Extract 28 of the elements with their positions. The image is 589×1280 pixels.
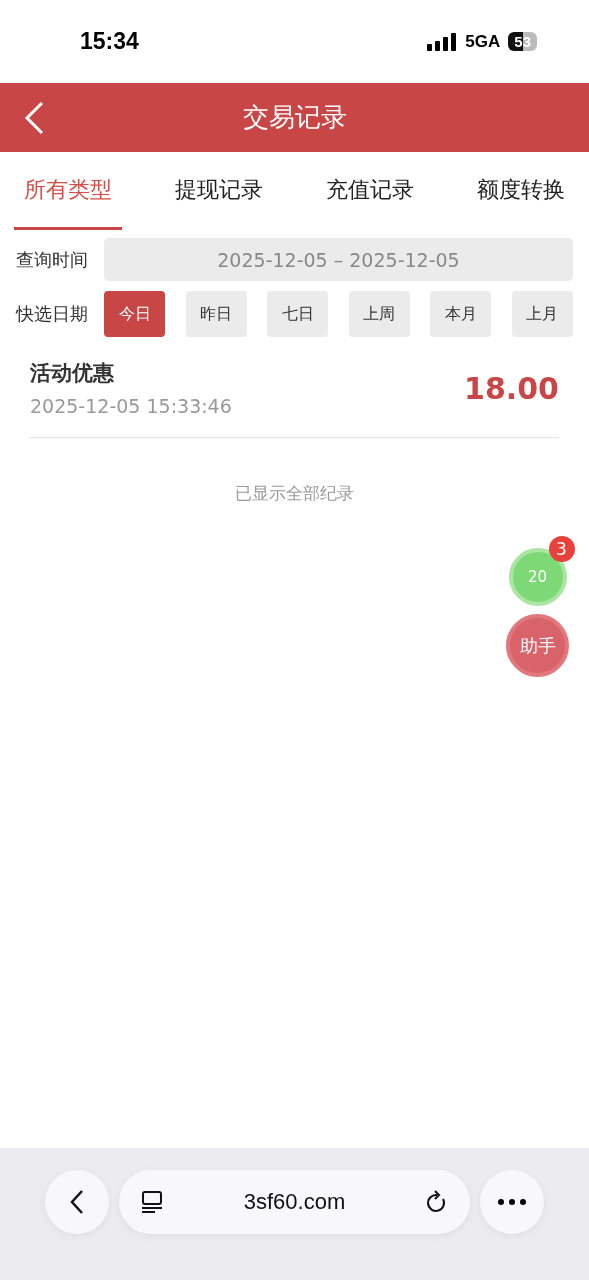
tab[interactable]: 额度转换 xyxy=(467,152,575,230)
quick-date-button[interactable]: 上月 xyxy=(511,291,573,337)
helper-button[interactable]: 助手 xyxy=(506,614,569,677)
quick-date-button[interactable]: 昨日 xyxy=(185,291,247,337)
tab[interactable]: 充值记录 xyxy=(316,152,424,230)
record-title: 活动优惠 xyxy=(30,360,115,387)
quick-date-button[interactable]: 上周 xyxy=(348,291,410,337)
notification-badge: 3 xyxy=(548,536,575,562)
battery-indicator: 53 xyxy=(508,32,537,51)
tab[interactable]: 所有类型 xyxy=(14,152,122,230)
query-label: 查询时间 xyxy=(16,247,89,272)
page-title: 交易记录 xyxy=(242,101,347,134)
url-text: 3sf60.com xyxy=(243,1189,346,1215)
status-time: 15:34 xyxy=(80,28,139,55)
more-icon xyxy=(498,1199,526,1205)
end-note: 已显示全部纪录 xyxy=(235,482,354,505)
address-bar[interactable]: 3sf60.com xyxy=(119,1170,470,1234)
tab[interactable]: 提现记录 xyxy=(165,152,273,230)
quick-date-button[interactable]: 本月 xyxy=(430,291,492,337)
quick-date-button[interactable]: 今日 xyxy=(104,291,165,337)
network-label: 5GA xyxy=(465,31,501,52)
quick-date-label: 快选日期 xyxy=(16,302,89,326)
record-amount: 18.00 xyxy=(464,370,559,406)
reload-icon[interactable] xyxy=(426,1190,448,1214)
signal-icon xyxy=(427,32,458,51)
reader-icon[interactable] xyxy=(141,1190,163,1214)
record-time: 2025-12-05 15:33:46 xyxy=(30,395,232,417)
quick-date-button[interactable]: 七日 xyxy=(267,291,329,337)
